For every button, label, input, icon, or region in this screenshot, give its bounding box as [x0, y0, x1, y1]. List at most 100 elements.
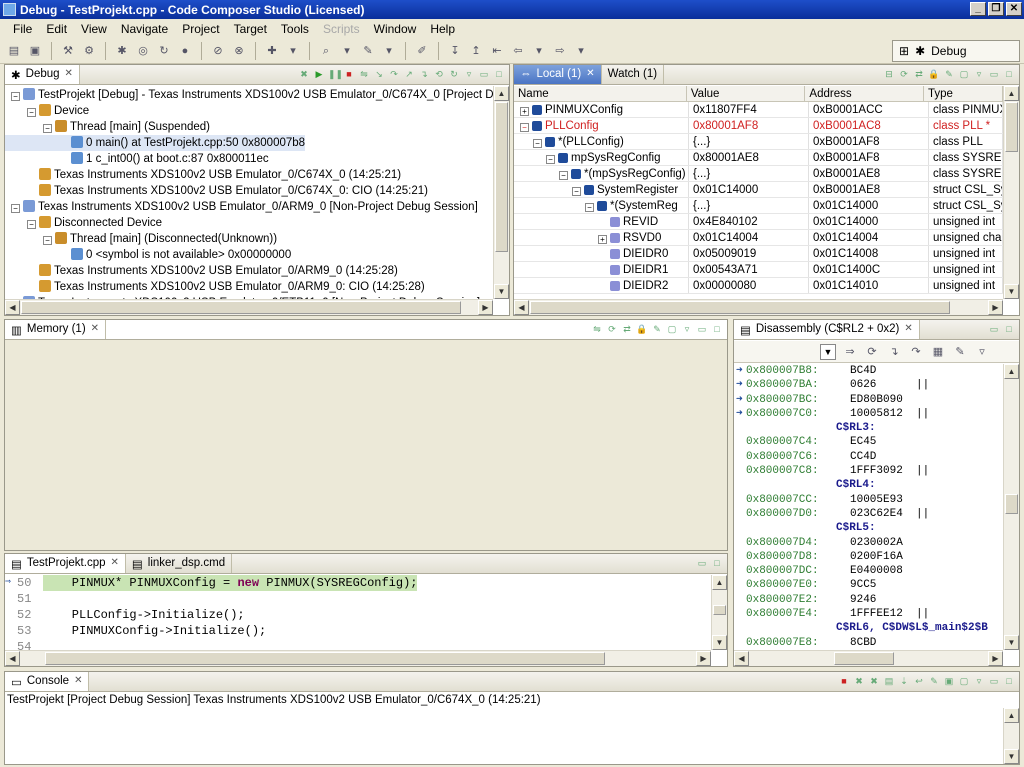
code-line[interactable]: 52 PLLConfig->Initialize(); — [5, 607, 711, 623]
expand-toggle-icon[interactable]: − — [559, 171, 568, 180]
disassembly-line[interactable]: 0x800007C4:EC45S — [736, 435, 1003, 449]
scroll-right-icon[interactable]: ▶ — [988, 651, 1003, 666]
scroll-up-icon[interactable]: ▲ — [1004, 86, 1019, 101]
cell-value[interactable]: {...} — [689, 134, 809, 149]
cell-value[interactable]: 0x05009019 — [689, 246, 809, 261]
table-row[interactable]: − *(PLLConfig) {...} 0xB0001AF8 class PLL — [514, 134, 1003, 150]
scroll-left-icon[interactable]: ◀ — [734, 651, 749, 666]
step-icon[interactable]: ↴ — [886, 344, 902, 360]
remove-terminated-icon[interactable]: ✖ — [298, 68, 310, 80]
scroll-left-icon[interactable]: ◀ — [5, 300, 20, 315]
table-row[interactable]: DIEIDR2 0x00000080 0x01C14010 unsigned int — [514, 278, 1003, 294]
scroll-up-icon[interactable]: ▲ — [1004, 708, 1019, 723]
close-icon[interactable]: ✕ — [74, 675, 82, 686]
code-editor[interactable]: ⇒ 50 PINMUX* PINMUXConfig = new PINMUX(SY… — [5, 575, 711, 650]
cell-value[interactable]: 0x00543A71 — [689, 262, 809, 277]
menu-target[interactable]: Target — [227, 21, 274, 38]
cell-value[interactable]: 0x00000080 — [689, 278, 809, 293]
expand-toggle-icon[interactable]: − — [11, 204, 20, 213]
last-edit-icon[interactable]: ⇤ — [489, 43, 505, 59]
breakpoint-icon[interactable]: ● — [177, 43, 193, 59]
scroll-up-icon[interactable]: ▲ — [494, 86, 509, 101]
pin-icon[interactable]: ✎ — [651, 323, 663, 335]
tree-item[interactable]: − Thread [main] (Disconnected(Unknown)) — [5, 231, 277, 247]
menu-file[interactable]: File — [6, 21, 39, 38]
refresh-icon[interactable]: ⟳ — [898, 68, 910, 80]
tree-item[interactable]: 1 c_int00() at boot.c:87 0x800011ec — [5, 151, 269, 167]
expand-toggle-icon[interactable]: − — [43, 124, 52, 133]
menu-navigate[interactable]: Navigate — [114, 21, 175, 38]
pin-icon[interactable]: ✎ — [943, 68, 955, 80]
column-header-type[interactable]: Type — [924, 86, 1003, 101]
minimize-view-icon[interactable]: ▭ — [988, 323, 1000, 335]
table-row[interactable]: − SystemRegister 0x01C14000 0xB0001AE8 struc… — [514, 182, 1003, 198]
new-icon[interactable]: ▤ — [6, 43, 22, 59]
debug-icon[interactable]: ✱ — [114, 43, 130, 59]
code-line[interactable]: ⇒ 50 PINMUX* PINMUXConfig = new PINMUX(SY… — [5, 575, 711, 591]
cell-value[interactable]: 0x01C14004 — [689, 230, 809, 245]
expand-toggle-icon[interactable]: − — [27, 108, 36, 117]
disassembly-line[interactable]: C$RL6, C$DW$L$_main$2$B — [736, 621, 1003, 635]
maximize-view-icon[interactable]: □ — [1003, 323, 1015, 335]
disassembly-line[interactable]: 0x800007CC:10005E93C — [736, 493, 1003, 507]
continuous-refresh-icon[interactable]: ⇄ — [621, 323, 633, 335]
scroll-thumb[interactable] — [45, 652, 605, 665]
menu-window[interactable]: Window — [367, 21, 424, 38]
disassembly-line[interactable]: ➜0x800007B8:BC4DL — [736, 364, 1003, 378]
scroll-down-icon[interactable]: ▼ — [1004, 635, 1019, 650]
display-console-icon[interactable]: ▣ — [943, 675, 955, 687]
search-icon[interactable]: ⌕ — [318, 43, 334, 59]
pin-console-icon[interactable]: ✎ — [928, 675, 940, 687]
expand-toggle-icon[interactable]: + — [598, 235, 607, 244]
scroll-thumb[interactable] — [530, 301, 950, 314]
disassembly-line[interactable]: 0x800007D8:0200F16AM — [736, 550, 1003, 564]
tree-item[interactable]: Texas Instruments XDS100v2 USB Emulator_… — [5, 183, 428, 199]
remove-launch-icon[interactable]: ✖ — [853, 675, 865, 687]
back-icon[interactable]: ⇦ — [510, 43, 526, 59]
editor-vscrollbar[interactable]: ▲ ▼ — [711, 575, 727, 650]
minimize-view-icon[interactable]: ▭ — [988, 675, 1000, 687]
console-vscrollbar[interactable]: ▲ ▼ — [1003, 708, 1019, 764]
scroll-down-icon[interactable]: ▼ — [494, 284, 509, 299]
scroll-thumb[interactable] — [713, 605, 726, 615]
tab-watch[interactable]: Watch (1) — [602, 65, 665, 84]
scroll-down-icon[interactable]: ▼ — [1004, 749, 1019, 764]
cell-value[interactable]: 0x80001AF8 — [689, 118, 809, 133]
lock-icon[interactable]: 🔒 — [928, 68, 940, 80]
lock-icon[interactable]: 🔒 — [636, 323, 648, 335]
build-all-icon[interactable]: ⚙ — [81, 43, 97, 59]
close-icon[interactable]: ✕ — [65, 68, 73, 79]
scroll-up-icon[interactable]: ▲ — [712, 575, 727, 590]
scroll-thumb[interactable] — [495, 102, 508, 252]
new-view-icon[interactable]: ▢ — [666, 323, 678, 335]
suspend-icon[interactable]: ❚❚ — [328, 68, 343, 80]
tree-item[interactable]: − TestProjekt [Debug] - Texas Instruments… — [5, 87, 493, 103]
external-tools-icon[interactable]: ✚ — [264, 43, 280, 59]
minimize-button[interactable]: _ — [970, 2, 986, 16]
step-over-icon[interactable]: ↷ — [908, 344, 924, 360]
maximize-view-icon[interactable]: □ — [493, 68, 505, 80]
scroll-left-icon[interactable]: ◀ — [514, 300, 529, 315]
table-row[interactable]: REVID 0x4E840102 0x01C14000 unsigned int — [514, 214, 1003, 230]
link-icon[interactable]: ✎ — [952, 344, 968, 360]
disassembly-line[interactable]: 0x800007DC:E0400008. — [736, 564, 1003, 578]
open-console-icon[interactable]: ▢ — [958, 675, 970, 687]
tree-item[interactable]: − Thread [main] (Suspended) — [5, 119, 210, 135]
table-row[interactable]: − *(mpSysRegConfig) {...} 0xB0001AE8 class S… — [514, 166, 1003, 182]
scroll-up-icon[interactable]: ▲ — [1004, 364, 1019, 379]
cell-value[interactable]: 0x01C14000 — [689, 182, 809, 197]
minimize-view-icon[interactable]: ▭ — [696, 557, 708, 569]
scroll-lock-icon[interactable]: ⇣ — [898, 675, 910, 687]
maximize-view-icon[interactable]: □ — [711, 323, 723, 335]
address-dropdown[interactable]: ▼ — [820, 343, 836, 360]
table-row[interactable]: DIEIDR0 0x05009019 0x01C14008 unsigned int — [514, 246, 1003, 262]
perspective-switcher[interactable]: ⊞ ✱ Debug — [892, 40, 1020, 62]
column-header-value[interactable]: Value — [687, 86, 806, 101]
variables-hscrollbar[interactable]: ◀ ▶ — [514, 299, 1003, 315]
skip-breakpoints-icon[interactable]: ⊘ — [210, 43, 226, 59]
tab-debug[interactable]: ✱ Debug ✕ — [5, 65, 80, 84]
column-header-address[interactable]: Address — [805, 86, 924, 101]
terminate-icon[interactable]: ■ — [343, 68, 355, 80]
cell-value[interactable]: 0x80001AE8 — [689, 150, 809, 165]
disassembly-line[interactable]: C$RL3: — [736, 421, 1003, 435]
